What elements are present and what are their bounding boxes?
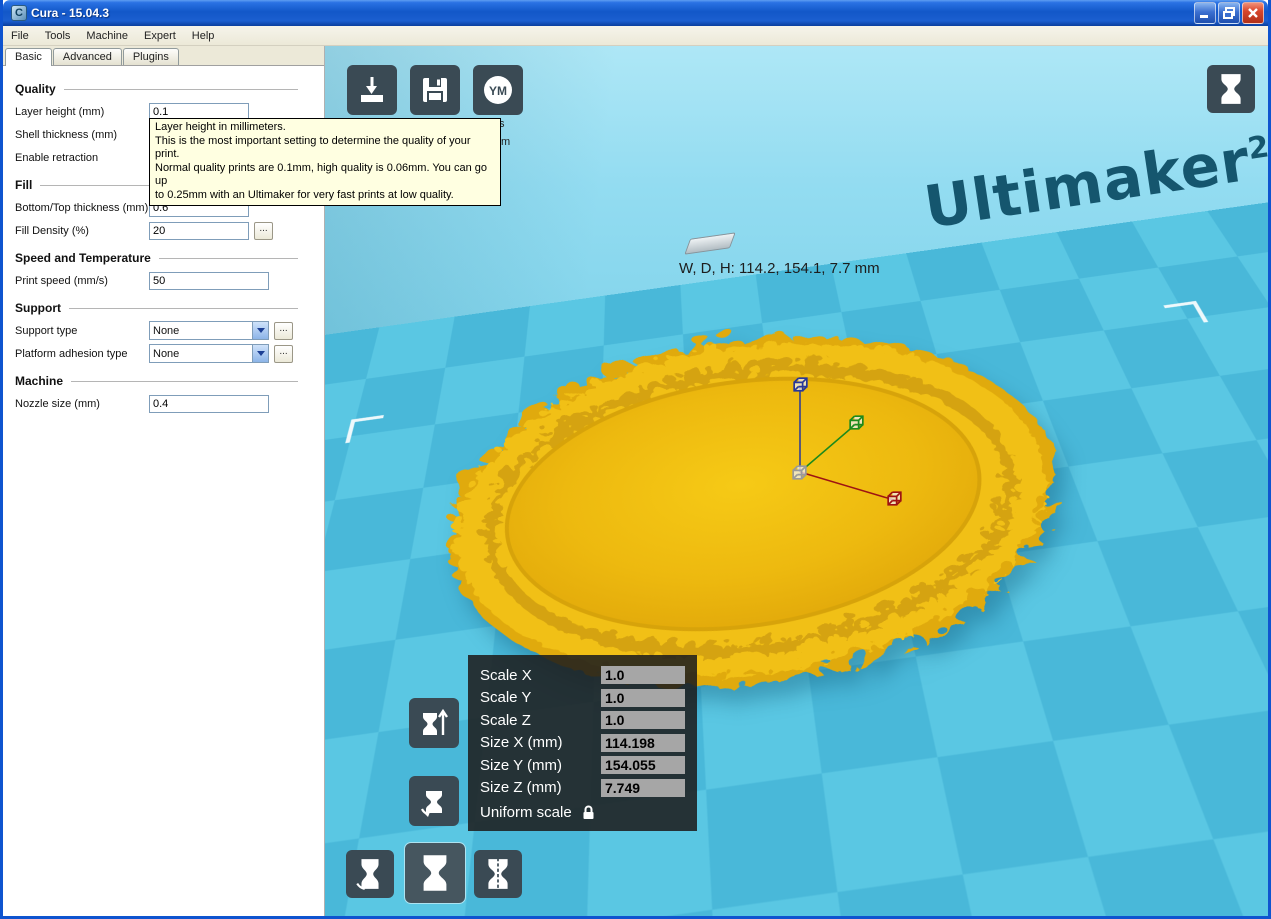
size-y-label: Size Y (mm) bbox=[480, 756, 562, 774]
scale-y-label: Scale Y bbox=[480, 689, 532, 707]
support-type-label: Support type bbox=[15, 324, 78, 337]
center-handle[interactable] bbox=[792, 465, 807, 480]
window-title: Cura - 15.04.3 bbox=[31, 6, 110, 20]
scale-icon bbox=[423, 855, 447, 891]
nozzle-size-input[interactable] bbox=[149, 394, 269, 413]
restore-icon bbox=[1223, 7, 1235, 19]
fill-density-input[interactable] bbox=[149, 221, 249, 240]
tooltip-line: Normal quality prints are 0.1mm, high qu… bbox=[155, 161, 487, 188]
tooltip-line: to 0.25mm with an Ultimaker for very fas… bbox=[155, 188, 454, 201]
menubar: File Tools Machine Expert Help bbox=[3, 26, 1268, 46]
mirror-button[interactable] bbox=[474, 850, 522, 898]
save-icon bbox=[423, 78, 447, 102]
size-z-field[interactable]: 7.749 bbox=[601, 778, 685, 797]
menu-file[interactable]: File bbox=[3, 26, 37, 45]
tab-basic[interactable]: Basic bbox=[5, 48, 52, 66]
fill-density-ellipsis-button[interactable]: ... bbox=[254, 221, 273, 240]
tooltip: Layer height in millimeters. This is the… bbox=[149, 118, 501, 206]
chevron-down-icon[interactable] bbox=[252, 345, 268, 362]
minimize-button[interactable] bbox=[1194, 2, 1216, 24]
enable-retraction-label: Enable retraction bbox=[15, 151, 99, 164]
plate-corner-mark bbox=[345, 414, 384, 444]
scale-to-max-button[interactable] bbox=[409, 698, 459, 748]
brand-sup: 2 bbox=[1245, 129, 1268, 168]
section-support: Support bbox=[15, 301, 298, 315]
load-model-button[interactable] bbox=[347, 65, 397, 115]
layer-height-label: Layer height (mm) bbox=[15, 105, 105, 118]
chevron-down-icon[interactable] bbox=[252, 322, 268, 339]
scale-button[interactable] bbox=[404, 842, 466, 904]
axis-gizmo[interactable] bbox=[730, 360, 930, 530]
platform-adhesion-select[interactable]: None bbox=[149, 344, 269, 363]
nozzle-size-label: Nozzle size (mm) bbox=[15, 397, 100, 410]
menu-machine[interactable]: Machine bbox=[78, 26, 136, 45]
mirror-icon bbox=[488, 858, 508, 890]
size-x-field[interactable]: 114.198 bbox=[601, 733, 685, 752]
plate-corner-mark bbox=[1163, 300, 1209, 327]
app-window: C Cura - 15.04.3 File Tools Machine Expe… bbox=[0, 0, 1271, 919]
minimize-icon bbox=[1200, 15, 1208, 18]
setting-row: Support type None ... bbox=[3, 319, 324, 342]
setting-row: Platform adhesion type None ... bbox=[3, 342, 324, 365]
tooltip-line: Layer height in millimeters. bbox=[155, 121, 286, 133]
section-machine: Machine bbox=[15, 374, 298, 388]
rotate-button[interactable] bbox=[346, 850, 394, 898]
tab-advanced[interactable]: Advanced bbox=[52, 48, 122, 65]
setting-row: Fill Density (%) ... bbox=[3, 219, 324, 242]
close-button[interactable] bbox=[1242, 2, 1264, 24]
scale-x-label: Scale X bbox=[480, 666, 532, 684]
reset-scale-button[interactable] bbox=[409, 776, 459, 826]
tooltip-line: This is the most important setting to de… bbox=[155, 134, 471, 161]
bottom-top-thickness-label: Bottom/Top thickness (mm) bbox=[15, 201, 149, 214]
restore-button[interactable] bbox=[1218, 2, 1240, 24]
scale-to-max-icon bbox=[423, 708, 448, 735]
menu-expert[interactable]: Expert bbox=[136, 26, 184, 45]
youmagine-icon: YM bbox=[484, 76, 512, 104]
rotate-icon bbox=[356, 859, 379, 890]
setting-row: Print speed (mm/s) bbox=[3, 269, 324, 292]
size-z-label: Size Z (mm) bbox=[480, 779, 562, 797]
dimensions-readout: W, D, H: 114.2, 154.1, 7.7 mm bbox=[679, 260, 880, 277]
size-x-label: Size X (mm) bbox=[480, 734, 563, 752]
support-type-select[interactable]: None bbox=[149, 321, 269, 340]
shell-thickness-label: Shell thickness (mm) bbox=[15, 128, 118, 141]
youmagine-share-button[interactable]: YM bbox=[473, 65, 523, 115]
partial-text-line: m bbox=[501, 136, 511, 148]
view-mode-icon bbox=[1221, 74, 1241, 104]
close-icon bbox=[1248, 8, 1258, 18]
app-icon: C bbox=[11, 5, 27, 21]
section-quality: Quality bbox=[15, 82, 298, 96]
platform-adhesion-ellipsis-button[interactable]: ... bbox=[274, 344, 293, 363]
load-model-icon bbox=[361, 77, 383, 102]
y-axis-handle[interactable] bbox=[849, 415, 864, 430]
view-mode-button[interactable] bbox=[1207, 65, 1255, 113]
section-speed-temperature: Speed and Temperature bbox=[15, 251, 298, 265]
platform-adhesion-label: Platform adhesion type bbox=[15, 347, 128, 360]
fill-density-label: Fill Density (%) bbox=[15, 224, 89, 237]
scale-y-field[interactable]: 1.0 bbox=[601, 688, 685, 707]
print-speed-input[interactable] bbox=[149, 271, 269, 290]
x-axis-handle[interactable] bbox=[887, 491, 902, 506]
uniform-scale-label: Uniform scale bbox=[480, 804, 572, 821]
menu-help[interactable]: Help bbox=[184, 26, 223, 45]
tabstrip: Basic Advanced Plugins bbox=[3, 46, 324, 66]
setting-row: Nozzle size (mm) bbox=[3, 392, 324, 415]
uniform-scale-lock-icon[interactable] bbox=[582, 805, 595, 820]
size-y-field[interactable]: 154.055 bbox=[601, 756, 685, 775]
tab-plugins[interactable]: Plugins bbox=[122, 48, 179, 65]
support-type-value: None bbox=[153, 324, 180, 337]
z-axis-handle[interactable] bbox=[793, 377, 808, 392]
support-type-ellipsis-button[interactable]: ... bbox=[274, 321, 293, 340]
scale-z-label: Scale Z bbox=[480, 711, 531, 729]
save-toolpath-button[interactable] bbox=[410, 65, 460, 115]
svg-text:YM: YM bbox=[489, 84, 507, 98]
platform-adhesion-value: None bbox=[153, 347, 180, 360]
scale-panel: Scale X 1.0 Scale Y 1.0 Scale Z 1.0 Size X … bbox=[468, 655, 697, 831]
titlebar[interactable]: C Cura - 15.04.3 bbox=[3, 0, 1268, 26]
scale-z-field[interactable]: 1.0 bbox=[601, 711, 685, 730]
menu-tools[interactable]: Tools bbox=[37, 26, 79, 45]
reset-scale-icon bbox=[420, 791, 442, 817]
print-speed-label: Print speed (mm/s) bbox=[15, 274, 108, 287]
scale-x-field[interactable]: 1.0 bbox=[601, 666, 685, 685]
